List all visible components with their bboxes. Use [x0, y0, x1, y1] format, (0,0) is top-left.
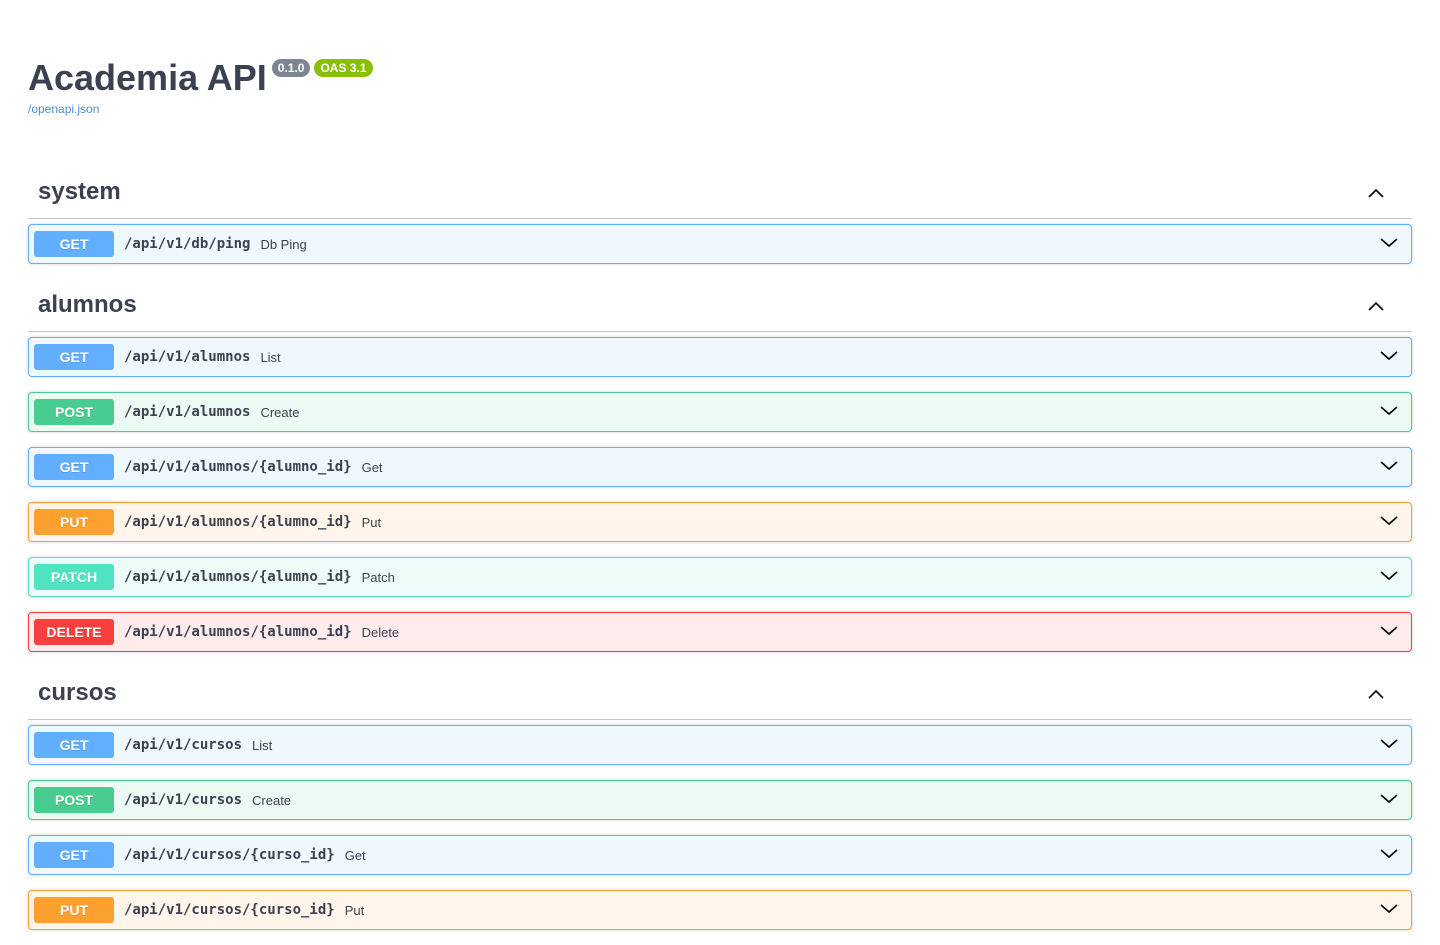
operation-row[interactable]: PUT /api/v1/alumnos/{alumno_id} Put — [28, 502, 1412, 542]
chevron-down-icon[interactable] — [1379, 511, 1399, 531]
operation-summary: Create — [252, 792, 292, 808]
chevron-down-icon[interactable] — [1379, 346, 1399, 366]
operation-path: /api/v1/db/ping — [124, 236, 251, 252]
operation-summary: List — [252, 737, 273, 753]
method-badge: GET — [34, 842, 114, 868]
chevron-down-icon[interactable] — [1379, 401, 1399, 421]
tag-title: cursos — [38, 679, 117, 706]
operation-summary: Put — [344, 902, 365, 918]
operation-row[interactable]: POST /api/v1/alumnos Create — [28, 392, 1412, 432]
operation-summary: Delete — [361, 624, 400, 640]
operation-row[interactable]: PUT /api/v1/cursos/{curso_id} Put — [28, 890, 1412, 930]
operation-path: /api/v1/alumnos/{alumno_id} — [124, 459, 352, 475]
tag-section-alumnos: alumnos GET /api/v1/alumnos List POST /a… — [28, 279, 1412, 652]
chevron-down-icon[interactable] — [1379, 899, 1399, 919]
tag-header-system[interactable]: system — [28, 166, 1412, 219]
operation-summary: Db Ping — [260, 236, 307, 252]
version-badge: 0.1.0 — [271, 59, 311, 77]
operation-summary: Get — [361, 459, 383, 475]
tag-section-system: system GET /api/v1/db/ping Db Ping — [28, 166, 1412, 264]
operation-row[interactable]: GET /api/v1/cursos List — [28, 725, 1412, 765]
method-badge: GET — [34, 344, 114, 370]
method-badge: PATCH — [34, 564, 114, 590]
tag-header-cursos[interactable]: cursos — [28, 667, 1412, 720]
operation-summary: Patch — [361, 569, 395, 585]
operation-path: /api/v1/alumnos/{alumno_id} — [124, 624, 352, 640]
operation-row[interactable]: GET /api/v1/alumnos List — [28, 337, 1412, 377]
chevron-down-icon[interactable] — [1379, 844, 1399, 864]
operation-path: /api/v1/alumnos/{alumno_id} — [124, 514, 352, 530]
method-badge: GET — [34, 454, 114, 480]
chevron-down-icon[interactable] — [1379, 566, 1399, 586]
operation-summary: Get — [344, 847, 366, 863]
chevron-down-icon[interactable] — [1379, 789, 1399, 809]
chevron-down-icon[interactable] — [1379, 621, 1399, 641]
method-badge: POST — [34, 399, 114, 425]
tag-title: alumnos — [38, 291, 137, 318]
chevron-up-icon[interactable] — [1366, 183, 1386, 203]
operation-row[interactable]: DELETE /api/v1/alumnos/{alumno_id} Delet… — [28, 612, 1412, 652]
chevron-down-icon[interactable] — [1379, 734, 1399, 754]
oas-badge: OAS 3.1 — [314, 59, 373, 77]
chevron-up-icon[interactable] — [1366, 296, 1386, 316]
method-badge: PUT — [34, 897, 114, 923]
operation-row[interactable]: GET /api/v1/cursos/{curso_id} Get — [28, 835, 1412, 875]
openapi-spec-link[interactable]: /openapi.json — [28, 102, 373, 116]
operation-summary: Create — [260, 404, 300, 420]
tag-title: system — [38, 178, 121, 205]
method-badge: GET — [34, 231, 114, 257]
api-title: Academia API — [28, 57, 267, 98]
operation-path: /api/v1/cursos/{curso_id} — [124, 902, 335, 918]
chevron-down-icon[interactable] — [1379, 456, 1399, 476]
chevron-down-icon[interactable] — [1379, 233, 1399, 253]
operation-path: /api/v1/cursos — [124, 792, 243, 808]
method-badge: PUT — [34, 509, 114, 535]
operation-path: /api/v1/alumnos — [124, 349, 251, 365]
operation-path: /api/v1/cursos — [124, 737, 243, 753]
operation-row[interactable]: PATCH /api/v1/alumnos/{alumno_id} Patch — [28, 557, 1412, 597]
method-badge: DELETE — [34, 619, 114, 645]
operation-summary: List — [260, 349, 281, 365]
tag-section-cursos: cursos GET /api/v1/cursos List POST /api… — [28, 667, 1412, 930]
operation-row[interactable]: GET /api/v1/db/ping Db Ping — [28, 224, 1412, 264]
operation-row[interactable]: POST /api/v1/cursos Create — [28, 780, 1412, 820]
operation-path: /api/v1/cursos/{curso_id} — [124, 847, 335, 863]
method-badge: POST — [34, 787, 114, 813]
operation-row[interactable]: GET /api/v1/alumnos/{alumno_id} Get — [28, 447, 1412, 487]
tag-header-alumnos[interactable]: alumnos — [28, 279, 1412, 332]
operations-list: system GET /api/v1/db/ping Db Ping alumn… — [28, 166, 1412, 945]
operation-path: /api/v1/alumnos — [124, 404, 251, 420]
api-info-header: Academia API 0.1.0 OAS 3.1 /openapi.json — [28, 56, 373, 116]
chevron-up-icon[interactable] — [1366, 684, 1386, 704]
title-row: Academia API 0.1.0 OAS 3.1 — [28, 56, 373, 100]
operation-path: /api/v1/alumnos/{alumno_id} — [124, 569, 352, 585]
method-badge: GET — [34, 732, 114, 758]
operation-summary: Put — [361, 514, 382, 530]
